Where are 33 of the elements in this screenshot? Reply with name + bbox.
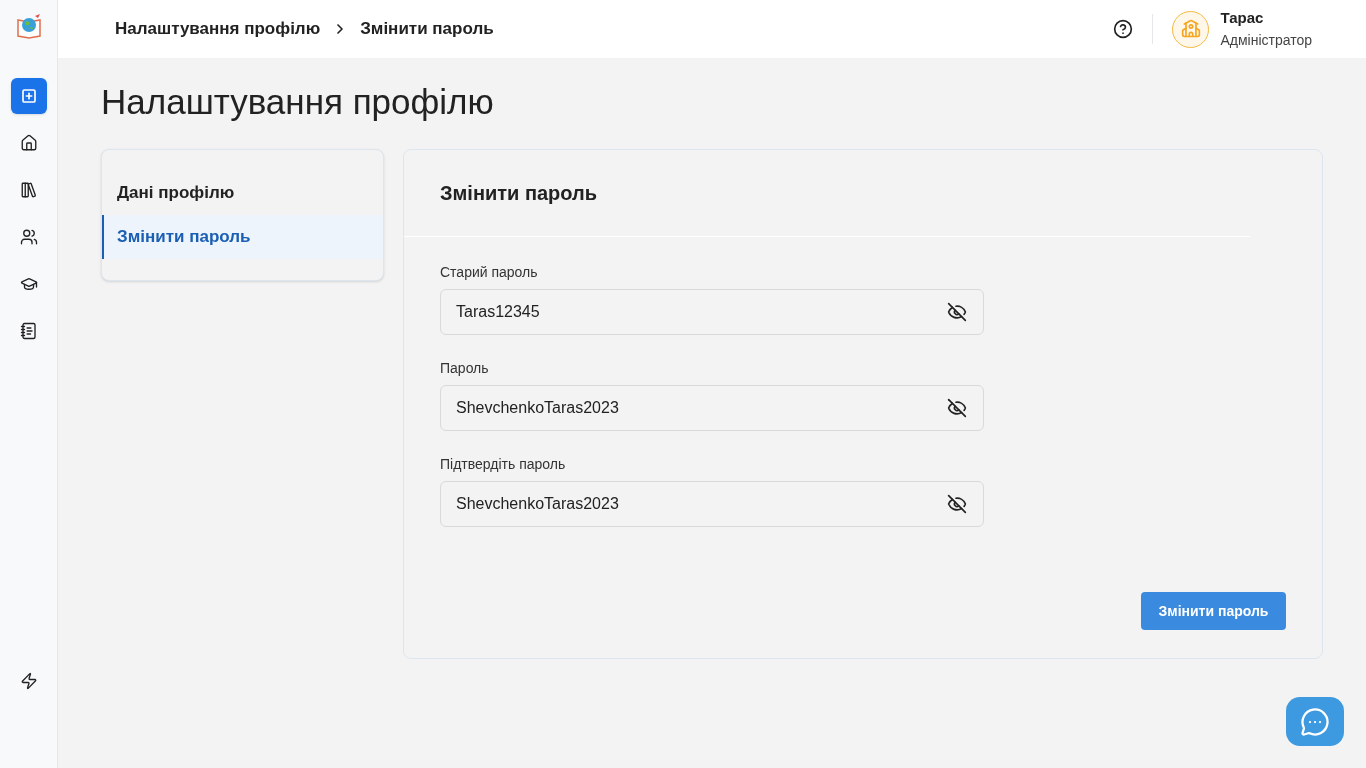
quick-actions-icon[interactable]: [19, 672, 38, 690]
user-name: Тарас: [1220, 8, 1265, 28]
notebook-icon: [19, 322, 38, 340]
chat-bubble-icon: [1300, 706, 1330, 737]
add-icon: [20, 88, 37, 104]
eye-off-icon: [947, 398, 967, 418]
toggle-visibility-button[interactable]: [947, 398, 967, 418]
help-icon[interactable]: [1113, 19, 1134, 39]
field-label: Пароль: [440, 359, 490, 378]
home-icon: [19, 134, 38, 152]
eye-off-icon: [947, 494, 967, 514]
profile-menu-item[interactable]: Змінити пароль: [102, 215, 383, 259]
chat-button[interactable]: [1286, 697, 1344, 746]
users-icon: [19, 228, 38, 246]
toggle-visibility-button[interactable]: [947, 302, 967, 322]
submit-button[interactable]: Змінити пароль: [1141, 592, 1286, 630]
school-building-icon: [1180, 19, 1201, 39]
breadcrumb-link[interactable]: Змінити пароль: [360, 16, 494, 42]
profile-menu-item[interactable]: Дані профілю: [102, 171, 383, 215]
field-label: Підтвердіть пароль: [440, 455, 567, 474]
password-field[interactable]: ShevchenkoTaras2023: [440, 385, 984, 431]
user-role: Адміністратор: [1220, 31, 1312, 50]
books-icon: [19, 181, 38, 199]
breadcrumb-link[interactable]: Налаштування профілю: [115, 16, 321, 42]
globe-book-logo-icon[interactable]: [14, 12, 43, 40]
field-label: Старий пароль: [440, 263, 539, 282]
password-field[interactable]: Taras12345: [440, 289, 984, 335]
graduation-cap-icon: [19, 275, 38, 293]
eye-off-icon: [947, 302, 967, 322]
password-field[interactable]: ShevchenkoTaras2023: [440, 481, 984, 527]
page-title: Налаштування профілю: [101, 81, 495, 123]
card-title: Змінити пароль: [439, 181, 599, 206]
toggle-visibility-button[interactable]: [947, 494, 967, 514]
